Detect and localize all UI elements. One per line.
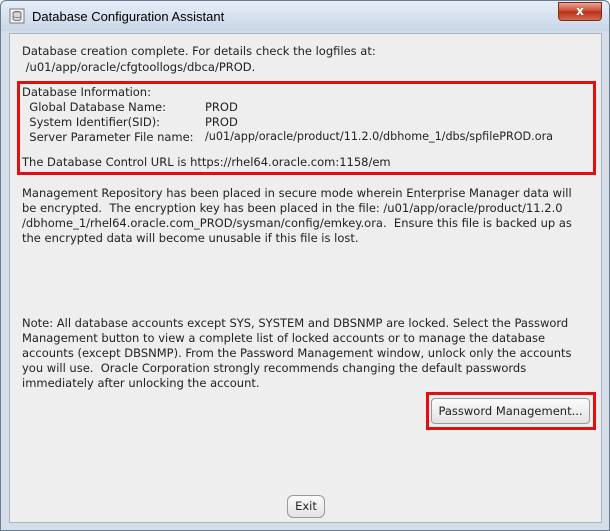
title-bar[interactable]: Database Configuration Assistant x	[1, 1, 609, 31]
database-info-heading: Database Information:	[22, 85, 151, 99]
db-control-url: The Database Control URL is https://rhel…	[22, 155, 391, 169]
repository-text-line: /dbhome_1/rhel64.oracle.com_PROD/sysman/…	[22, 216, 572, 230]
close-icon: x	[576, 4, 584, 18]
close-button[interactable]: x	[558, 2, 602, 21]
content-panel: Database creation complete. For details …	[9, 33, 602, 523]
global-db-name-label: Global Database Name:	[22, 100, 166, 114]
database-icon	[9, 8, 25, 24]
logfile-path: /u01/app/oracle/cfgtoollogs/dbca/PROD.	[22, 60, 256, 74]
password-management-button[interactable]: Password Management...	[431, 398, 590, 424]
note-text-line: you will use. Oracle Corporation strongl…	[22, 361, 527, 375]
repository-text-line: the encrypted data will become unusable …	[22, 231, 359, 245]
global-db-name-value: PROD	[205, 100, 238, 114]
sid-label: System Identifier(SID):	[22, 115, 161, 129]
note-text-line: Note: All database accounts except SYS, …	[22, 316, 569, 330]
completion-message: Database creation complete. For details …	[22, 44, 376, 58]
spfile-value: /u01/app/oracle/product/11.2.0/dbhome_1/…	[205, 130, 554, 143]
repository-text-line: Management Repository has been placed in…	[22, 186, 572, 200]
note-text-line: Management button to view a complete lis…	[22, 331, 546, 345]
repository-text-line: be encrypted. The encryption key has bee…	[22, 201, 563, 215]
note-text-line: accounts (except DBSNMP). From the Passw…	[22, 346, 572, 360]
exit-button[interactable]: Exit	[287, 495, 325, 518]
spfile-label: Server Parameter File name:	[22, 130, 194, 144]
note-text-line: immediately after unlocking the account.	[22, 376, 260, 390]
window-title: Database Configuration Assistant	[32, 9, 225, 24]
dbca-window: Database Configuration Assistant x Datab…	[0, 0, 610, 531]
sid-value: PROD	[205, 115, 238, 129]
